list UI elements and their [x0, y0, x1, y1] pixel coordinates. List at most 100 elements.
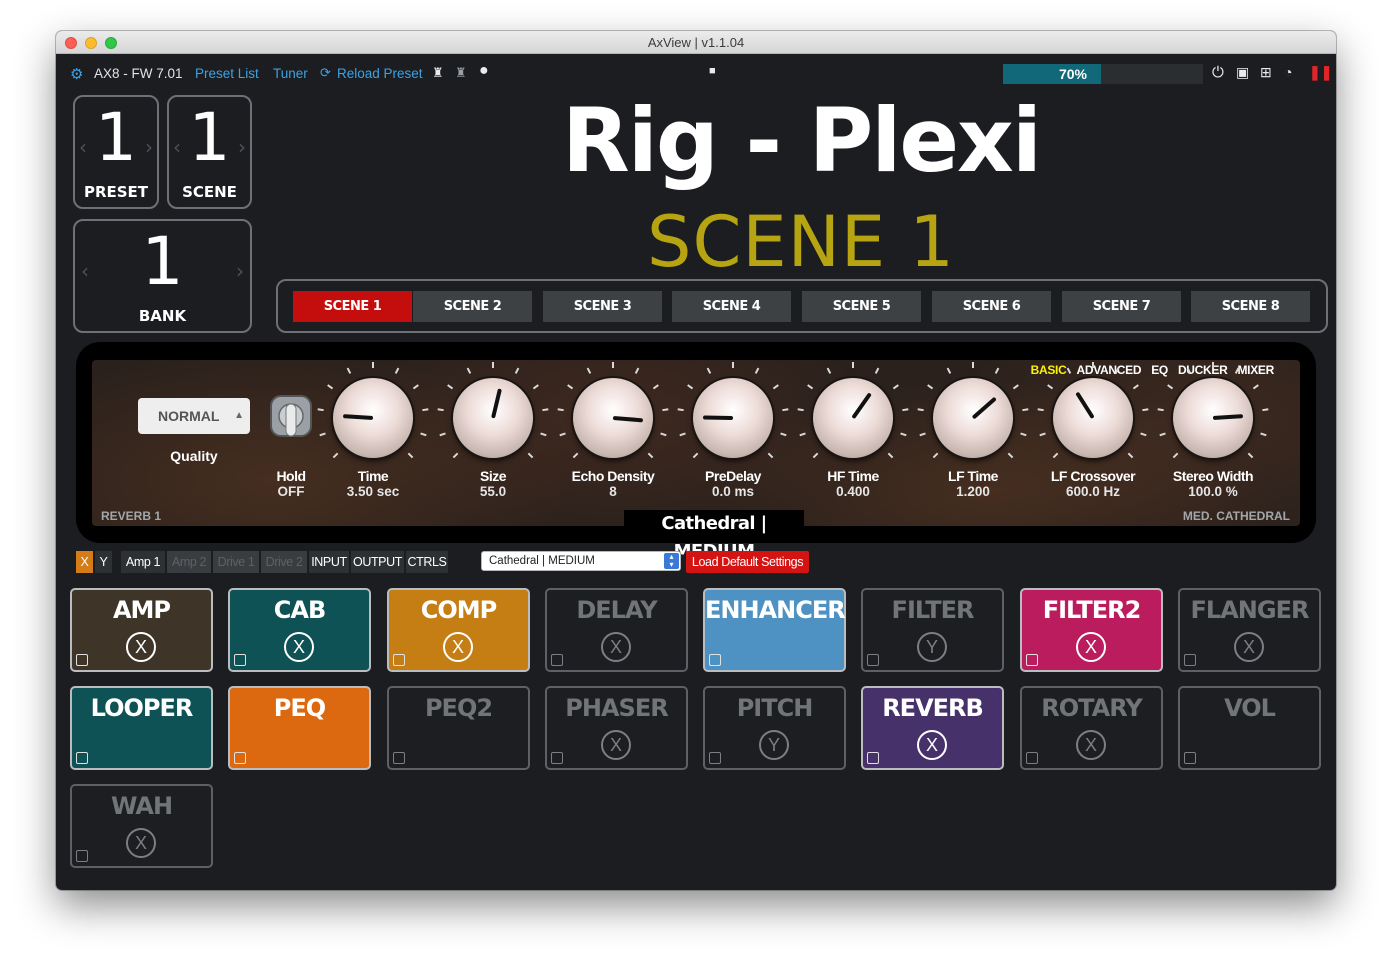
- metronome-off-icon[interactable]: ♜: [455, 65, 467, 81]
- amp-icon[interactable]: [551, 654, 563, 666]
- effect-block-cab[interactable]: CAB X: [228, 588, 371, 672]
- amp-icon[interactable]: [867, 654, 879, 666]
- param-label: Echo Density: [571, 468, 655, 484]
- channel-tab-amp-1[interactable]: Amp 1: [121, 551, 165, 573]
- scene-button-2[interactable]: SCENE 2: [413, 291, 532, 322]
- block-state-indicator[interactable]: X: [443, 632, 473, 662]
- amp-icon[interactable]: [1184, 752, 1196, 764]
- knob-stereo-width[interactable]: [1157, 362, 1269, 459]
- amp-icon[interactable]: [1026, 654, 1038, 666]
- amp-icon[interactable]: [234, 654, 246, 666]
- effect-block-vol[interactable]: VOL: [1178, 686, 1321, 770]
- reload-icon[interactable]: ⟳: [320, 65, 331, 81]
- reload-preset-link[interactable]: Reload Preset: [337, 66, 423, 81]
- amp-icon[interactable]: [867, 752, 879, 764]
- routing-icon[interactable]: ⊞: [1260, 64, 1272, 81]
- pause-icon[interactable]: ❚❚: [1309, 64, 1332, 81]
- knob-lf-crossover[interactable]: [1037, 362, 1149, 459]
- tab-ducker[interactable]: DUCKER: [1178, 363, 1228, 377]
- tab-advanced[interactable]: ADVANCED: [1076, 363, 1141, 377]
- scene-button-1[interactable]: SCENE 1: [293, 291, 412, 322]
- amp-icon[interactable]: [393, 752, 405, 764]
- amp-icon[interactable]: [709, 654, 721, 666]
- knob-echo-density[interactable]: [557, 362, 669, 459]
- effect-block-looper[interactable]: LOOPER: [70, 686, 213, 770]
- amp-icon[interactable]: [76, 654, 88, 666]
- block-state-indicator[interactable]: X: [1076, 730, 1106, 760]
- gauge-icon[interactable]: ◔: [1284, 64, 1292, 80]
- effect-block-wah[interactable]: WAH X: [70, 784, 213, 868]
- preset-counter[interactable]: ‹ › 1 PRESET: [73, 95, 159, 209]
- channel-tab-amp-2[interactable]: Amp 2: [167, 551, 211, 573]
- amp-icon[interactable]: [551, 752, 563, 764]
- block-state-indicator[interactable]: X: [284, 632, 314, 662]
- amp-icon[interactable]: [76, 850, 88, 862]
- knob-predelay[interactable]: [677, 362, 789, 459]
- block-state-indicator[interactable]: X: [126, 632, 156, 662]
- amp-icon[interactable]: [1026, 752, 1038, 764]
- knob-time[interactable]: [317, 362, 429, 459]
- lock-icon[interactable]: ■: [709, 65, 716, 77]
- effect-block-delay[interactable]: DELAY X: [545, 588, 688, 672]
- effect-block-peq[interactable]: PEQ: [228, 686, 371, 770]
- amp-icon[interactable]: [76, 752, 88, 764]
- block-state-indicator[interactable]: X: [601, 632, 631, 662]
- channel-tab-output[interactable]: OUTPUT: [351, 551, 404, 573]
- midi-icon[interactable]: ●: [479, 62, 489, 80]
- scene-button-4[interactable]: SCENE 4: [672, 291, 791, 322]
- amp-icon[interactable]: [709, 752, 721, 764]
- x-state-button[interactable]: X: [76, 551, 93, 573]
- metronome-icon[interactable]: ♜: [432, 65, 444, 81]
- block-state-indicator[interactable]: X: [601, 730, 631, 760]
- channel-tab-ctrls[interactable]: CTRLS: [406, 551, 448, 573]
- knob-tick: [407, 452, 414, 459]
- scene-button-5[interactable]: SCENE 5: [802, 291, 921, 322]
- amp-icon[interactable]: ▣: [1236, 64, 1249, 81]
- effect-block-reverb[interactable]: REVERB X: [861, 686, 1004, 770]
- tuner-link[interactable]: Tuner: [273, 66, 308, 81]
- scene-button-3[interactable]: SCENE 3: [543, 291, 662, 322]
- channel-tab-drive-2[interactable]: Drive 2: [261, 551, 307, 573]
- power-icon[interactable]: ⏻: [1212, 64, 1224, 81]
- effect-block-filter2[interactable]: FILTER2 X: [1020, 588, 1163, 672]
- bank-counter[interactable]: ‹ › 1 BANK: [73, 219, 252, 333]
- scene-counter[interactable]: ‹ › 1 SCENE: [167, 95, 252, 209]
- y-state-button[interactable]: Y: [95, 551, 112, 573]
- knob-tick: [1172, 452, 1179, 459]
- block-state-indicator[interactable]: X: [126, 828, 156, 858]
- channel-tab-drive-1[interactable]: Drive 1: [213, 551, 259, 573]
- tab-eq[interactable]: EQ: [1151, 363, 1168, 377]
- effect-block-filter[interactable]: FILTER Y: [861, 588, 1004, 672]
- effect-block-amp[interactable]: AMP X: [70, 588, 213, 672]
- preset-list-link[interactable]: Preset List: [195, 66, 259, 81]
- knob-lf-time[interactable]: [917, 362, 1029, 459]
- knob-hf-time[interactable]: [797, 362, 909, 459]
- quality-select[interactable]: NORMAL ▲: [138, 398, 250, 434]
- effect-block-phaser[interactable]: PHASER X: [545, 686, 688, 770]
- tab-basic[interactable]: BASIC: [1031, 363, 1067, 377]
- block-state-indicator[interactable]: X: [1076, 632, 1106, 662]
- effect-type-select[interactable]: Cathedral | MEDIUM ▴ ▾: [481, 551, 681, 571]
- effect-block-comp[interactable]: COMP X: [387, 588, 530, 672]
- scene-button-8[interactable]: SCENE 8: [1191, 291, 1310, 322]
- channel-tab-input[interactable]: INPUT: [309, 551, 349, 573]
- settings-icon[interactable]: ⚙: [70, 65, 83, 83]
- load-default-settings-button[interactable]: Load Default Settings: [686, 551, 809, 573]
- block-state-indicator[interactable]: X: [1234, 632, 1264, 662]
- amp-icon[interactable]: [393, 654, 405, 666]
- effect-block-enhancer[interactable]: ENHANCER: [703, 588, 846, 672]
- amp-icon[interactable]: [1184, 654, 1196, 666]
- tab-mixer[interactable]: MIXER: [1237, 363, 1274, 377]
- scene-button-6[interactable]: SCENE 6: [932, 291, 1051, 322]
- amp-icon[interactable]: [234, 752, 246, 764]
- scene-button-7[interactable]: SCENE 7: [1062, 291, 1181, 322]
- block-state-indicator[interactable]: X: [917, 730, 947, 760]
- hold-toggle-switch[interactable]: [268, 394, 314, 446]
- block-state-indicator[interactable]: Y: [917, 632, 947, 662]
- effect-block-peq2[interactable]: PEQ2: [387, 686, 530, 770]
- effect-block-rotary[interactable]: ROTARY X: [1020, 686, 1163, 770]
- knob-size[interactable]: [437, 362, 549, 459]
- effect-block-flanger[interactable]: FLANGER X: [1178, 588, 1321, 672]
- effect-block-pitch[interactable]: PITCH Y: [703, 686, 846, 770]
- block-state-indicator[interactable]: Y: [759, 730, 789, 760]
